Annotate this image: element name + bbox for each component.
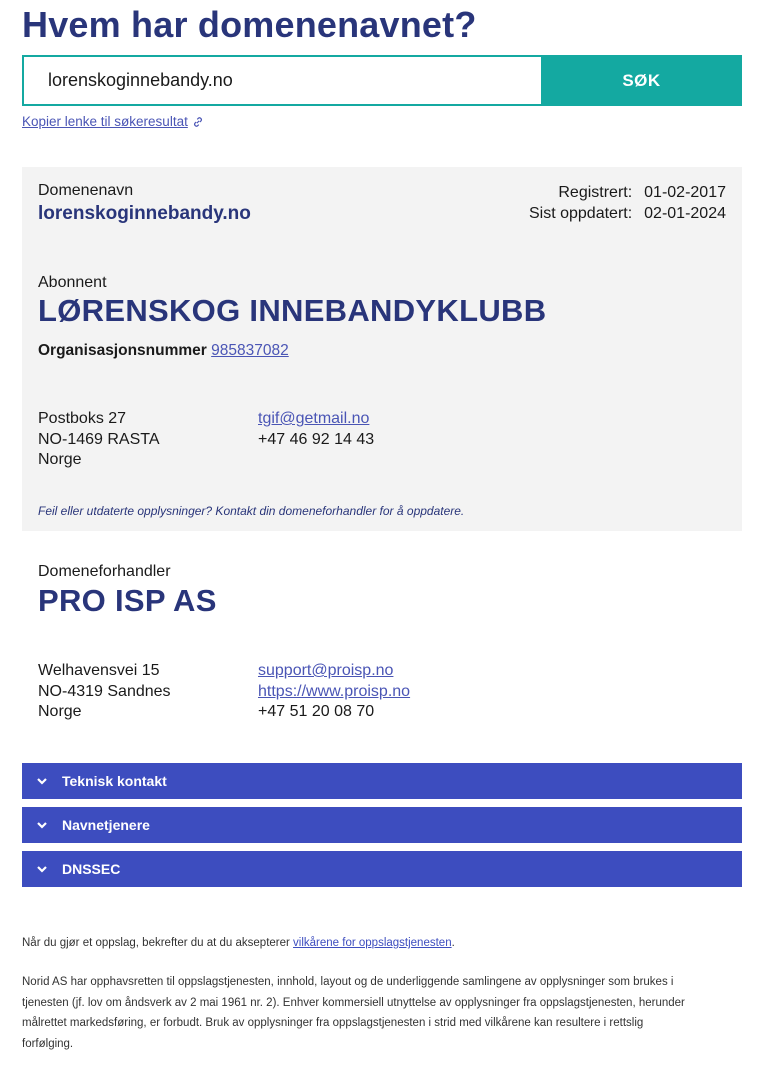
- copyright-line: målrettet markedsføring, er forbudt. Bru…: [22, 1017, 644, 1029]
- accordion-dnssec[interactable]: DNSSEC: [22, 851, 742, 887]
- domain-info-panel: Domenenavn lorenskoginnebandy.no Registr…: [22, 167, 742, 531]
- reseller-website-link[interactable]: https://www.proisp.no: [258, 682, 410, 703]
- update-notice: Feil eller utdaterte opplysninger? Konta…: [38, 504, 465, 518]
- chevron-down-icon: [37, 778, 47, 785]
- accordion-label: DNSSEC: [62, 861, 121, 877]
- registered-row: Registrert: 01-02-2017: [529, 182, 726, 203]
- copyright-line: tjenesten (jf. lov om åndsverk av 2 mai …: [22, 996, 685, 1009]
- chevron-down-icon: [37, 866, 47, 873]
- accordion-technical-contact[interactable]: Teknisk kontakt: [22, 763, 742, 799]
- reseller-label: Domeneforhandler: [38, 563, 171, 580]
- terms-prefix: Når du gjør et oppslag, bekrefter du at …: [22, 937, 294, 949]
- search-button[interactable]: SØK: [541, 55, 742, 106]
- link-icon: [193, 116, 202, 127]
- chevron-down-icon: [37, 822, 47, 829]
- copyright-line: Norid AS har opphavsretten til oppslagst…: [22, 976, 674, 988]
- reseller-address-line: NO-4319 Sandnes: [38, 682, 171, 700]
- updated-row: Sist oppdatert: 02-01-2024: [529, 203, 726, 224]
- reseller-address-line: Norge: [38, 703, 82, 720]
- updated-label: Sist oppdatert:: [528, 205, 633, 222]
- terms-suffix: .: [451, 937, 455, 949]
- reseller-contact: support@proisp.no https://www.proisp.no …: [258, 661, 410, 723]
- copy-link[interactable]: Kopier lenke til søkeresultat: [22, 114, 204, 129]
- holder-contact: tgif@getmail.no +47 46 92 14 43: [258, 409, 374, 450]
- accordion-nameservers[interactable]: Navnetjenere: [22, 807, 742, 843]
- terms-link[interactable]: vilkårene for oppslagstjenesten: [293, 937, 452, 949]
- domain-dates: Registrert: 01-02-2017 Sist oppdatert: 0…: [529, 182, 726, 224]
- reseller-panel: Domeneforhandler PRO ISP AS Welhavensvei…: [22, 531, 742, 751]
- holder-name: LØRENSKOG INNEBANDYKLUBB: [38, 293, 547, 328]
- holder-label: Abonnent: [38, 274, 107, 291]
- reseller-address: Welhavensvei 15 NO-4319 Sandnes Norge: [38, 661, 171, 723]
- registered-value: 01-02-2017: [644, 184, 726, 201]
- org-number-link[interactable]: 985837082: [211, 342, 289, 359]
- search-bar: SØK: [22, 55, 742, 106]
- copyright-line: forfølging.: [22, 1037, 74, 1050]
- holder-phone: +47 46 92 14 43: [258, 430, 375, 448]
- holder-address-line: NO-1469 RASTA: [38, 430, 160, 448]
- reseller-phone: +47 51 20 08 70: [258, 703, 375, 720]
- holder-email-link[interactable]: tgif@getmail.no: [258, 409, 374, 430]
- domain-label: Domenenavn: [38, 182, 134, 199]
- domain-name: lorenskoginnebandy.no: [38, 203, 251, 224]
- holder-address-line: Postboks 27: [38, 410, 127, 427]
- reseller-address-line: Welhavensvei 15: [38, 662, 160, 679]
- org-number-label: Organisasjonsnummer: [38, 342, 207, 359]
- registered-label: Registrert:: [558, 184, 633, 201]
- reseller-name: PRO ISP AS: [38, 583, 217, 618]
- reseller-email-link[interactable]: support@proisp.no: [258, 661, 410, 682]
- org-number-row: Organisasjonsnummer 985837082: [38, 342, 289, 360]
- search-input[interactable]: [22, 55, 541, 106]
- holder-address-line: Norge: [38, 451, 82, 468]
- page-title: Hvem har domenenavnet?: [22, 4, 477, 45]
- holder-address: Postboks 27 NO-1469 RASTA Norge: [38, 409, 160, 471]
- copyright-notice: Norid AS har opphavsretten til oppslagst…: [22, 972, 742, 1054]
- terms-notice: Når du gjør et oppslag, bekrefter du at …: [22, 933, 742, 954]
- accordion-label: Teknisk kontakt: [62, 773, 167, 789]
- accordion-label: Navnetjenere: [62, 817, 150, 833]
- copy-link-label: Kopier lenke til søkeresultat: [22, 114, 188, 129]
- updated-value: 02-01-2024: [644, 205, 726, 222]
